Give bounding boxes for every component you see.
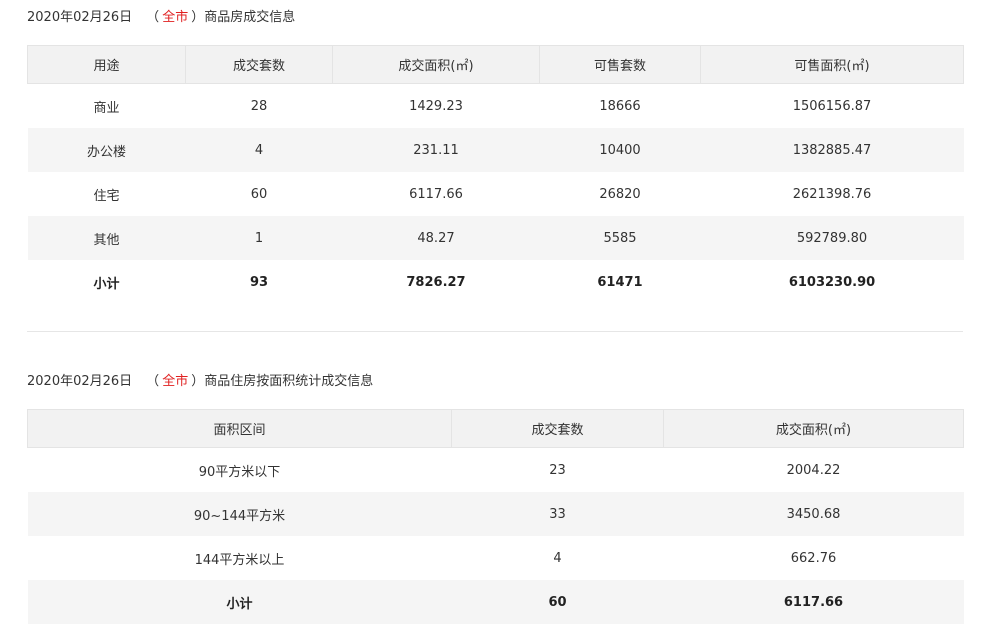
table-cell: 5585 [539, 216, 701, 260]
table-cell: 28 [250, 98, 268, 114]
column-header-available-units: 可售套数 [539, 45, 701, 84]
table-cell: 4 [553, 550, 562, 566]
table-row: 90~144平方米 33 3450.68 [27, 492, 964, 536]
table-cell: 3450.68 [663, 492, 964, 536]
table1-title: 2020年02月26日 （全市 ）商品房成交信息 [27, 8, 295, 28]
table-cell: 144平方米以上 [194, 552, 285, 568]
table1-title-date: 2020年02月26日 [27, 10, 133, 25]
subtotal-cell: 60 [451, 580, 664, 624]
table-cell: 住宅 [93, 188, 120, 204]
table-cell: 1506156.87 [792, 98, 872, 114]
table1-title-close-paren: ） [191, 10, 205, 25]
subtotal-row: 小计 60 6117.66 [27, 580, 964, 624]
column-header-available-area: 可售面积(㎡) [700, 45, 964, 84]
table-cell: 商业 [93, 100, 120, 116]
table-cell: 10400 [539, 128, 701, 172]
subtotal-cell: 6117.66 [663, 580, 964, 624]
table1-title-scope: 全市 [162, 10, 189, 25]
table-cell: 90~144平方米 [27, 492, 452, 536]
table-cell: 662.76 [790, 550, 837, 566]
subtotal-cell: 93 [249, 274, 269, 290]
subtotal-cell: 7826.27 [406, 274, 466, 290]
table-cell: 办公楼 [27, 128, 186, 172]
table2-title: 2020年02月26日 （全市 ）商品住房按面积统计成交信息 [27, 372, 373, 392]
subtotal-row: 小计 93 7826.27 61471 6103230.90 [28, 260, 964, 304]
table2-title-name: 商品住房按面积统计成交信息 [204, 374, 374, 389]
column-header-deal-units: 成交套数 [185, 45, 333, 84]
column-header-deal-area: 成交面积(㎡) [332, 45, 540, 84]
subtotal-label: 小计 [93, 276, 120, 292]
table-cell: 1382885.47 [700, 128, 964, 172]
table1-title-name: 商品房成交信息 [204, 10, 296, 25]
subtotal-cell: 61471 [597, 274, 643, 290]
table-row: 商业 28 1429.23 18666 1506156.87 [28, 84, 964, 129]
table-cell: 231.11 [332, 128, 540, 172]
column-header-usage: 用途 [27, 45, 186, 84]
table2-title-date: 2020年02月26日 [27, 374, 133, 389]
area-range-table: 面积区间 成交套数 成交面积(㎡) 90平方米以下 23 2004.22 90~… [27, 409, 964, 624]
table-cell: 18666 [599, 98, 641, 114]
table-cell: 6117.66 [409, 186, 463, 202]
table-row: 其他 1 48.27 5585 592789.80 [27, 216, 964, 260]
table-cell: 23 [549, 462, 566, 478]
table-cell: 592789.80 [700, 216, 964, 260]
table-cell: 33 [451, 492, 664, 536]
table-row: 住宅 60 6117.66 26820 2621398.76 [28, 172, 964, 216]
table-cell: 4 [185, 128, 333, 172]
section-divider [27, 331, 963, 332]
table2-title-open-paren: （ [146, 374, 160, 389]
column-header-deal-units: 成交套数 [451, 409, 664, 448]
subtotal-label: 小计 [27, 580, 452, 624]
table-header-row: 用途 成交套数 成交面积(㎡) 可售套数 可售面积(㎡) [27, 45, 964, 84]
table2-title-scope: 全市 [162, 374, 189, 389]
table-cell: 60 [250, 186, 268, 202]
subtotal-cell: 6103230.90 [788, 274, 876, 290]
table-row: 办公楼 4 231.11 10400 1382885.47 [27, 128, 964, 172]
table-row: 144平方米以上 4 662.76 [28, 536, 964, 580]
table-cell: 26820 [599, 186, 641, 202]
column-header-area-range: 面积区间 [27, 409, 452, 448]
table-cell: 1 [185, 216, 333, 260]
table-cell: 2004.22 [786, 462, 841, 478]
table-cell: 2621398.76 [792, 186, 872, 202]
table-cell: 48.27 [332, 216, 540, 260]
table-cell: 90平方米以下 [198, 464, 281, 480]
table-cell: 其他 [27, 216, 186, 260]
table-cell: 1429.23 [409, 98, 463, 114]
table1-title-open-paren: （ [146, 10, 160, 25]
table-header-row: 面积区间 成交套数 成交面积(㎡) [27, 409, 964, 448]
transaction-table: 用途 成交套数 成交面积(㎡) 可售套数 可售面积(㎡) 商业 28 1429.… [27, 45, 964, 304]
column-header-deal-area: 成交面积(㎡) [663, 409, 964, 448]
table2-title-close-paren: ） [191, 374, 205, 389]
table-row: 90平方米以下 23 2004.22 [28, 448, 964, 493]
